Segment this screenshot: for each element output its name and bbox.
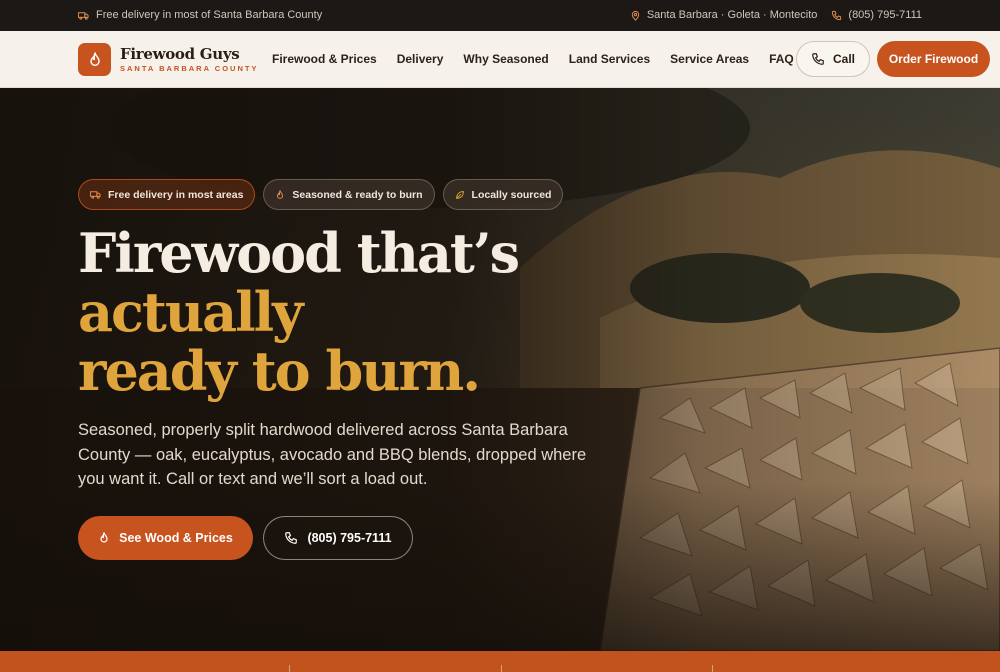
call-button-label: Call bbox=[832, 52, 855, 66]
nav-faq[interactable]: FAQ bbox=[769, 52, 794, 66]
pill-free-delivery-label: Free delivery in most areas bbox=[108, 188, 244, 201]
headline-line-1: Firewood that’s bbox=[78, 221, 520, 285]
flame-icon bbox=[89, 51, 100, 66]
location-text: Santa Barbara · Goleta · Montecito bbox=[646, 9, 818, 21]
pill-seasoned: Seasoned & ready to burn bbox=[263, 179, 435, 210]
nav-delivery[interactable]: Delivery bbox=[397, 52, 444, 66]
headline-line-3: ready to burn. bbox=[78, 339, 481, 403]
phone-icon bbox=[812, 53, 824, 65]
flame-icon bbox=[277, 189, 284, 199]
brand-tagline: SANTA BARBARA COUNTY bbox=[120, 64, 259, 73]
call-button[interactable]: Call bbox=[796, 41, 870, 77]
hero-headline: Firewood that’s actually ready to burn. bbox=[78, 221, 520, 403]
nav-service-areas[interactable]: Service Areas bbox=[670, 52, 749, 66]
location-info: Santa Barbara · Goleta · Montecito bbox=[630, 9, 818, 21]
pill-locally-sourced-label: Locally sourced bbox=[471, 188, 552, 201]
nav-firewood-prices[interactable]: Firewood & Prices bbox=[272, 52, 377, 66]
topbar-phone-link[interactable]: (805) 795-7111 bbox=[831, 9, 922, 21]
phone-icon bbox=[832, 10, 842, 20]
hero-feature-pills: Free delivery in most areas Seasoned & r… bbox=[78, 179, 564, 210]
nav-land-services[interactable]: Land Services bbox=[569, 52, 650, 66]
stats-strip bbox=[0, 651, 1000, 672]
topbar-phone-text: (805) 795-7111 bbox=[848, 9, 922, 21]
top-announcement-bar: Free delivery in most of Santa Barbara C… bbox=[0, 0, 1000, 31]
stats-divider bbox=[712, 665, 713, 672]
nav-why-seasoned[interactable]: Why Seasoned bbox=[463, 52, 548, 66]
truck-icon bbox=[78, 11, 89, 20]
pill-locally-sourced: Locally sourced bbox=[442, 179, 564, 210]
pill-free-delivery: Free delivery in most areas bbox=[78, 179, 256, 210]
order-firewood-button[interactable]: Order Firewood bbox=[877, 41, 990, 77]
hero-description: Seasoned, properly split hardwood delive… bbox=[78, 421, 587, 488]
see-wood-prices-button[interactable]: See Wood & Prices bbox=[78, 516, 253, 560]
delivery-notice: Free delivery in most of Santa Barbara C… bbox=[78, 9, 322, 21]
truck-icon bbox=[90, 191, 101, 199]
brand-name: Firewood Guys bbox=[120, 45, 240, 63]
see-wood-prices-label: See Wood & Prices bbox=[119, 531, 233, 545]
map-pin-icon bbox=[631, 10, 640, 21]
hero-phone-label: (805) 795-7111 bbox=[307, 531, 392, 545]
main-navigation: Firewood & Prices Delivery Why Seasoned … bbox=[272, 52, 794, 66]
delivery-notice-text: Free delivery in most of Santa Barbara C… bbox=[96, 9, 323, 21]
phone-icon bbox=[285, 532, 298, 544]
hero-section: Free delivery in most areas Seasoned & r… bbox=[0, 88, 1000, 651]
leaf-icon bbox=[455, 190, 464, 199]
brand-logo-link[interactable]: Firewood Guys SANTA BARBARA COUNTY bbox=[78, 43, 258, 76]
headline-line-2: actually bbox=[78, 280, 303, 344]
hero-phone-button[interactable]: (805) 795-7111 bbox=[263, 516, 413, 560]
flame-icon bbox=[100, 532, 108, 543]
pill-seasoned-label: Seasoned & ready to burn bbox=[292, 188, 423, 201]
stats-divider bbox=[289, 665, 290, 672]
site-header: Firewood Guys SANTA BARBARA COUNTY Firew… bbox=[0, 31, 1000, 88]
logo-mark bbox=[78, 43, 111, 76]
stats-divider bbox=[501, 665, 502, 672]
